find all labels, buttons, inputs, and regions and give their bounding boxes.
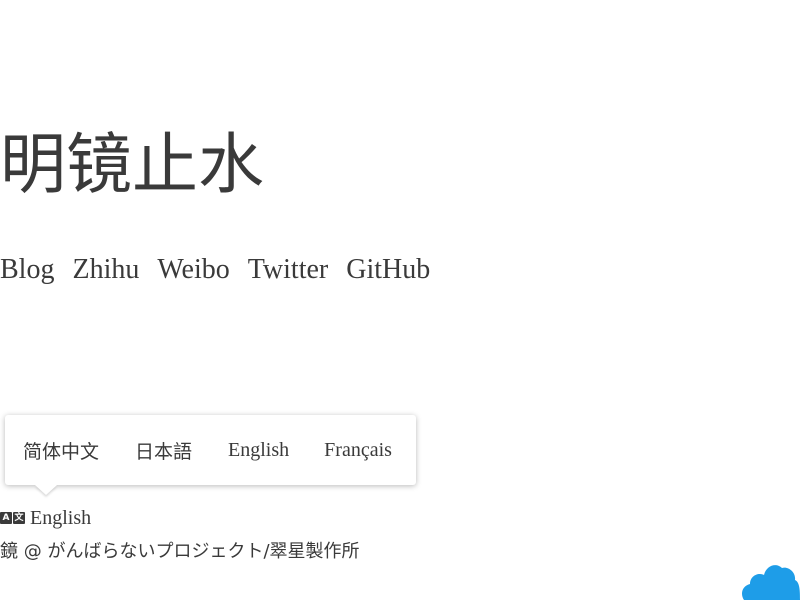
nav-link-github[interactable]: GitHub [346,252,430,288]
language-menu: 简体中文 日本語 English Français [5,415,416,485]
social-nav: Blog Zhihu Weibo Twitter GitHub [0,252,430,288]
nav-link-twitter[interactable]: Twitter [248,252,328,288]
language-option-fr[interactable]: Français [324,439,392,462]
page: 明镜止水 Blog Zhihu Weibo Twitter GitHub 简体中… [0,0,800,600]
language-switch[interactable]: A文 English [0,505,91,531]
nav-link-weibo[interactable]: Weibo [157,252,229,288]
translate-icon: A文 [0,512,25,524]
nav-link-blog[interactable]: Blog [0,252,54,288]
cloud-shape [742,565,800,600]
site-title: 明镜止水 [0,126,264,203]
cloud-icon [742,565,800,600]
footer-text: 鏡 @ がんばらないプロジェクト/翠星製作所 [0,541,360,562]
nav-link-zhihu[interactable]: Zhihu [72,252,139,288]
language-option-ja[interactable]: 日本語 [135,437,192,464]
language-option-en[interactable]: English [228,439,289,462]
language-option-zh-hans[interactable]: 简体中文 [23,437,99,464]
current-language-label: English [30,507,92,529]
